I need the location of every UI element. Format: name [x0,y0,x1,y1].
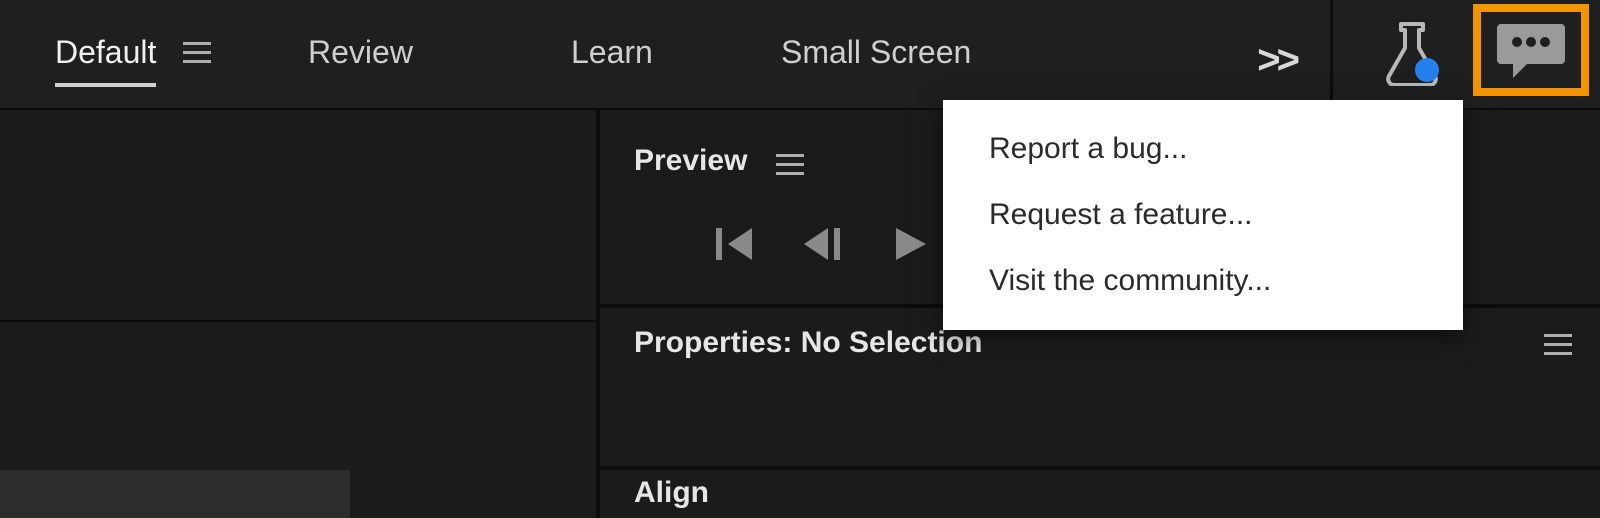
hamburger-icon [1544,334,1572,356]
workspace-tab-default[interactable]: Default [55,34,156,83]
hamburger-icon [776,154,804,176]
align-panel: Align [600,470,1600,518]
workspace-tab-label: Learn [571,34,653,70]
labs-button[interactable] [1381,20,1443,91]
left-panel-lower [0,322,600,518]
play-button[interactable] [894,226,928,267]
workspace-tab-label: Small Screen [781,34,971,70]
thumbnail-placeholder [0,470,350,518]
workspace-bar: Default Review Learn Small Screen >> [0,0,1330,110]
feedback-button[interactable] [1473,4,1589,96]
workspace-tab-learn[interactable]: Learn [571,34,653,83]
menu-item-label: Visit the community... [989,264,1271,297]
workspace-overflow-button[interactable]: >> [1257,38,1296,83]
menu-item-label: Report a bug... [989,132,1187,165]
workspace-tab-label: Default [55,34,156,70]
workspace-tab-review[interactable]: Review [308,34,413,83]
align-panel-title: Align [634,476,709,510]
workspace-default-menu-button[interactable] [183,42,211,69]
properties-panel-menu-button[interactable] [1544,334,1572,361]
workspace-tab-small-screen[interactable]: Small Screen [781,34,971,83]
menu-item-report-bug[interactable]: Report a bug... [943,116,1463,182]
speech-bubble-icon [1495,20,1567,80]
menu-item-request-feature[interactable]: Request a feature... [943,182,1463,248]
chevron-double-right-icon: >> [1257,38,1296,82]
go-to-start-button[interactable] [716,226,756,267]
preview-panel-title: Preview [634,144,747,178]
skip-to-start-icon [716,226,756,262]
step-back-icon [802,226,848,262]
properties-panel-title: Properties: No Selection [634,326,982,360]
top-right-icon-strip [1330,0,1600,110]
transport-controls [716,226,928,267]
preview-panel-menu-button[interactable] [776,154,804,181]
notification-dot-icon [1415,58,1439,82]
feedback-dropdown-menu: Report a bug... Request a feature... Vis… [943,100,1463,330]
step-back-button[interactable] [802,226,848,267]
menu-item-label: Request a feature... [989,198,1253,231]
menu-item-visit-community[interactable]: Visit the community... [943,248,1463,314]
properties-panel: Properties: No Selection [600,308,1600,470]
play-icon [894,226,928,262]
left-panel-upper [0,110,600,322]
hamburger-icon [183,42,211,64]
workspace-tab-label: Review [308,34,413,70]
